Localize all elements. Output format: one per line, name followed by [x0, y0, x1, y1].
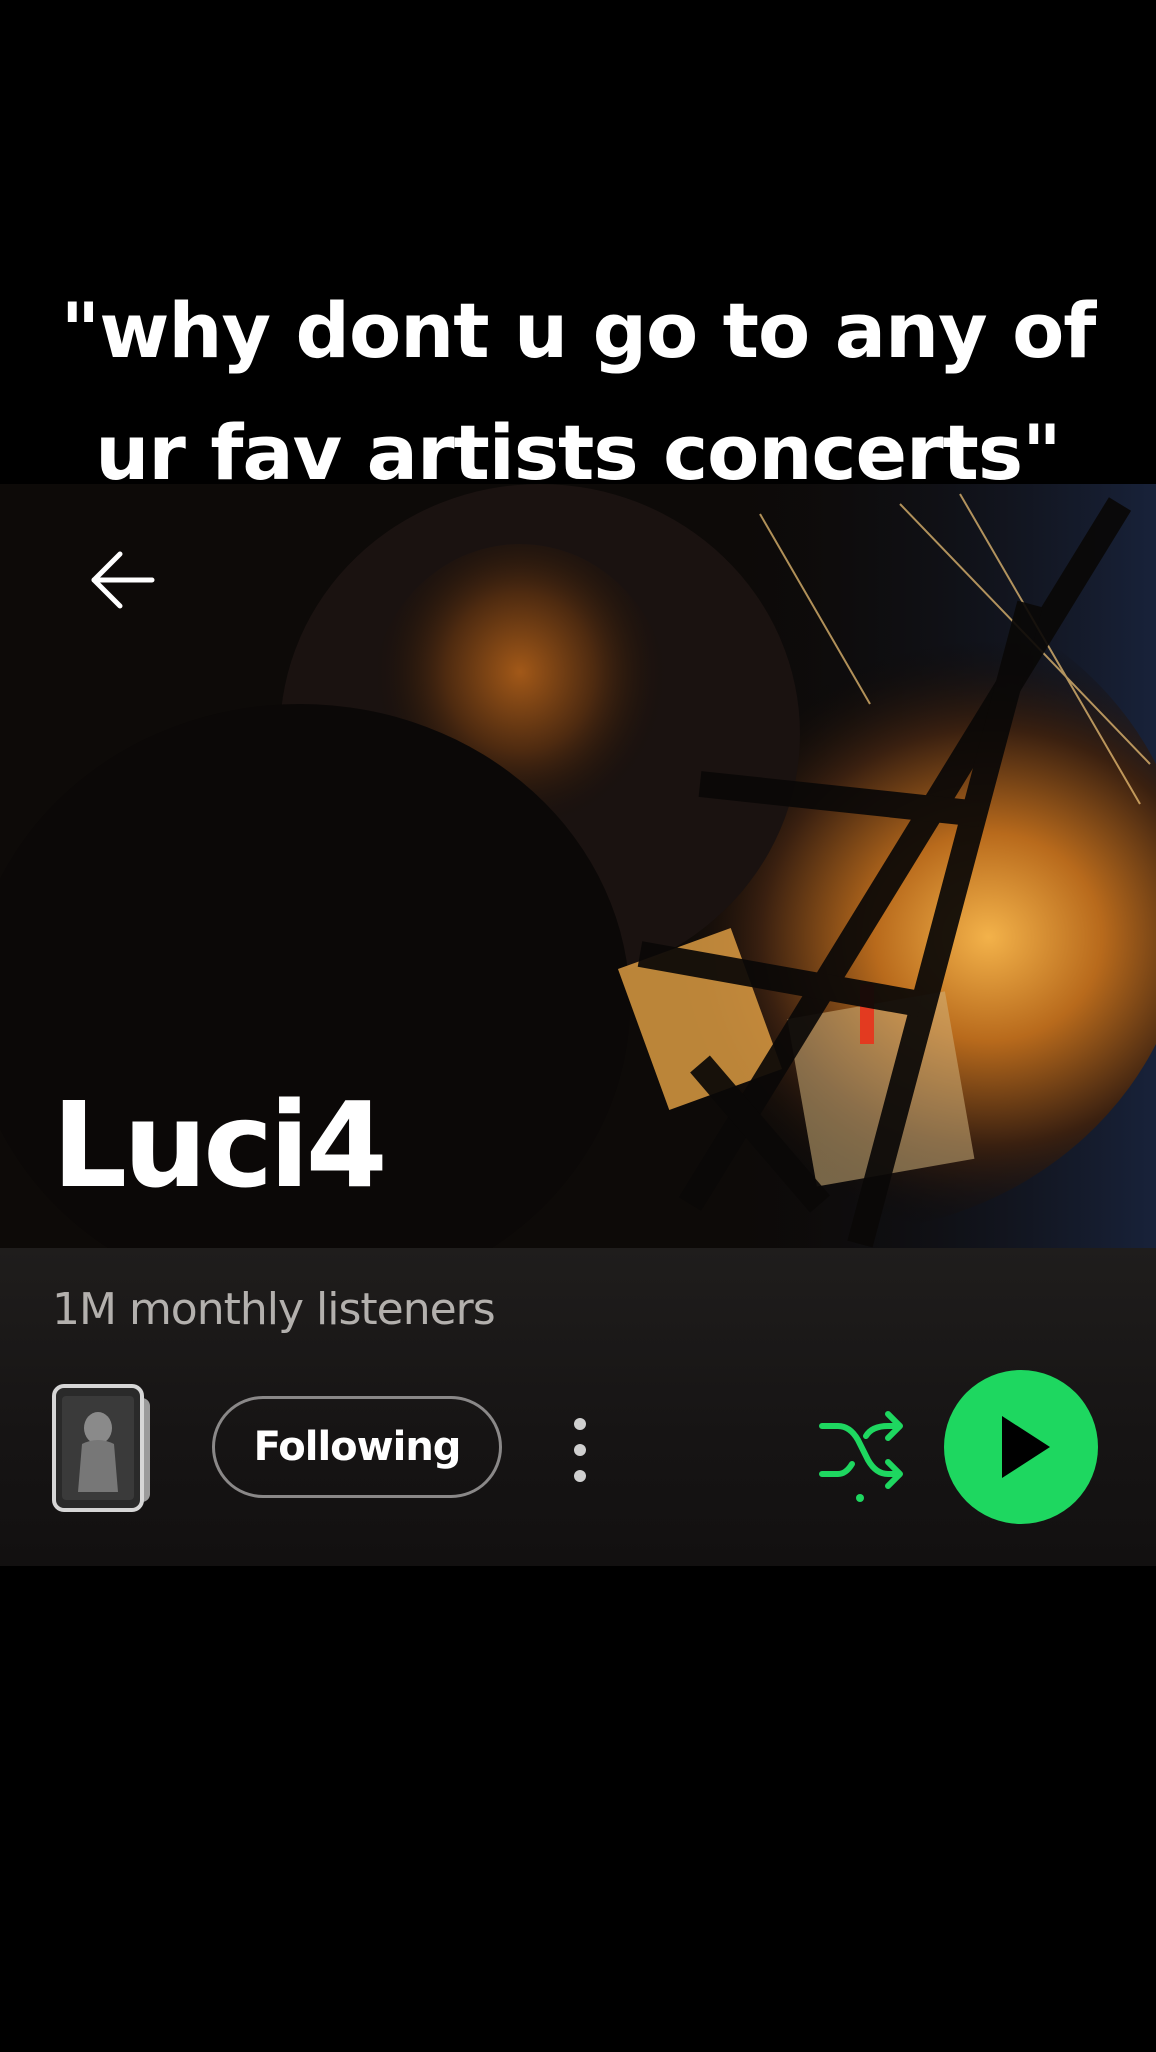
caption-line-1: "why dont u go to any of	[60, 286, 1097, 375]
caption-line-2: ur fav artists concerts"	[95, 408, 1061, 497]
play-button[interactable]	[944, 1370, 1098, 1524]
artist-name: Luci4	[52, 1076, 388, 1214]
monthly-listeners: 1M monthly listeners	[52, 1284, 496, 1335]
following-button[interactable]: Following	[212, 1396, 502, 1498]
artist-cover-thumbnail[interactable]	[52, 1384, 156, 1514]
shuffle-icon[interactable]	[816, 1404, 906, 1504]
back-arrow-icon[interactable]	[82, 540, 162, 620]
video-caption: "why dont u go to any of ur fav artists …	[0, 270, 1156, 514]
play-icon	[1002, 1416, 1050, 1478]
more-options-icon[interactable]	[560, 1410, 600, 1490]
